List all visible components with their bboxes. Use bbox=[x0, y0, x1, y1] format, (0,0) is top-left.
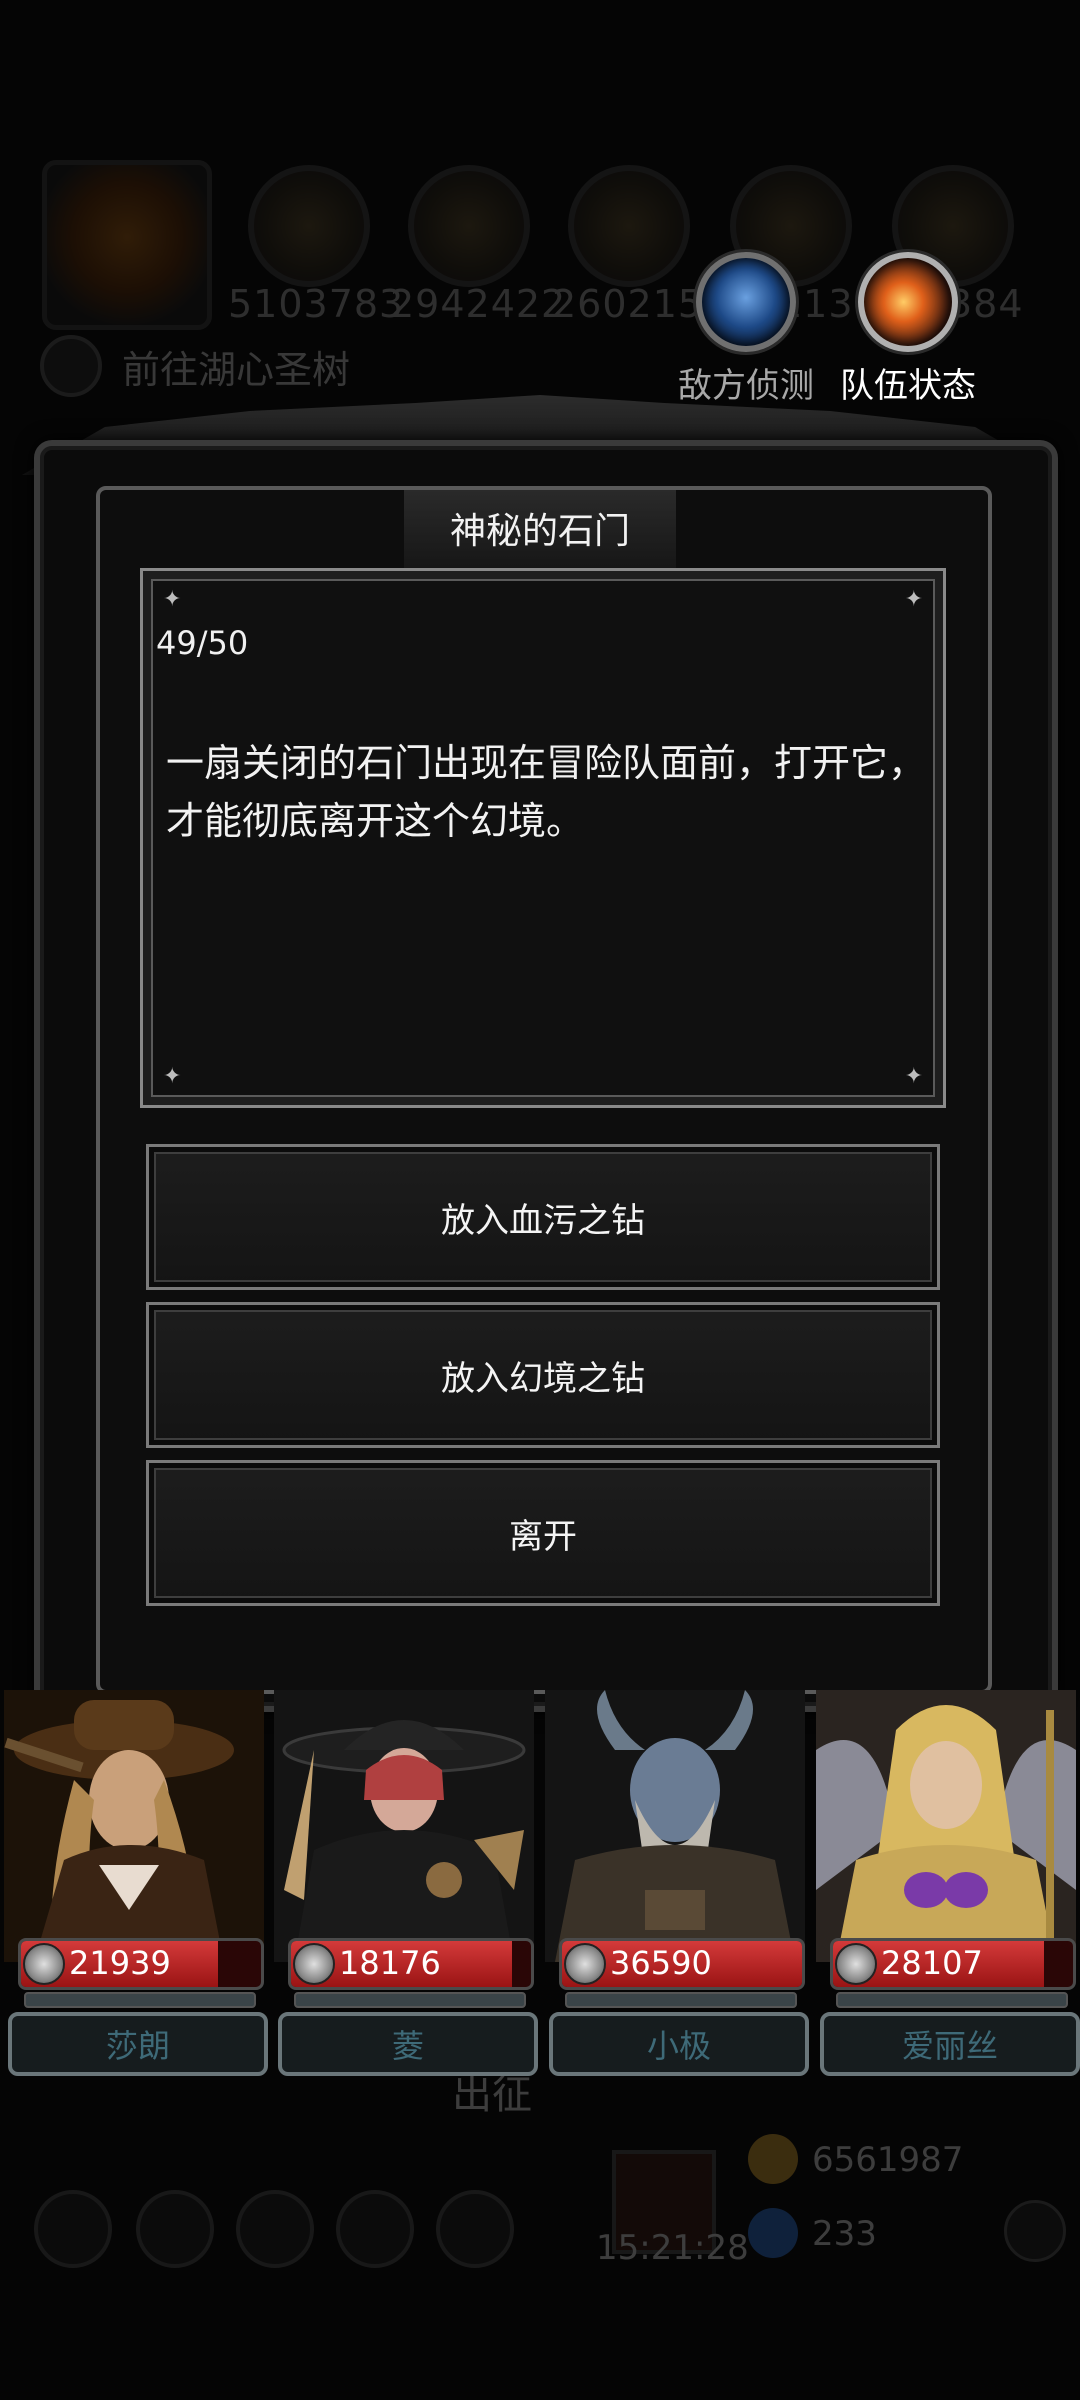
sword-icon bbox=[293, 1943, 335, 1985]
enemy-scout-label: 敌方侦测 bbox=[678, 366, 814, 406]
resource-icon bbox=[408, 165, 530, 287]
sparkle-icon: ✦ bbox=[904, 1064, 923, 1089]
gold-icon bbox=[748, 2134, 798, 2184]
energy-bar bbox=[565, 1992, 797, 2008]
enemy-scout-button[interactable]: 敌方侦测 bbox=[666, 252, 826, 407]
hero-card[interactable]: 21939 莎朗 bbox=[4, 1690, 268, 2076]
menu-icon bbox=[136, 2190, 214, 2268]
hero-portrait-assassin bbox=[274, 1690, 534, 1962]
hp-bar: 36590 bbox=[559, 1938, 805, 1990]
dialog-title: 神秘的石门 bbox=[449, 511, 630, 552]
hp-value: 21939 bbox=[69, 1944, 171, 1982]
event-timer: 15:21:28 bbox=[596, 2228, 749, 2268]
option-illusion-diamond-button[interactable]: 放入幻境之钻 bbox=[146, 1302, 940, 1448]
gold-value: 6561987 bbox=[812, 2140, 964, 2180]
sword-icon bbox=[23, 1943, 65, 1985]
event-progress: 49/50 bbox=[156, 624, 249, 662]
sword-icon bbox=[564, 1943, 606, 1985]
menu-icon bbox=[236, 2190, 314, 2268]
hero-portrait-horned-warrior bbox=[545, 1690, 805, 1962]
option-blood-diamond-button[interactable]: 放入血污之钻 bbox=[146, 1144, 940, 1290]
menu-icon bbox=[436, 2190, 514, 2268]
sparkle-icon: ✦ bbox=[163, 1064, 182, 1089]
energy-bar bbox=[294, 1992, 526, 2008]
hero-name: 小极 bbox=[549, 2012, 809, 2076]
story-text: 一扇关闭的石门出现在冒险队面前，打开它，才能彻底离开这个幻境。 bbox=[166, 741, 927, 843]
radar-icon bbox=[696, 252, 796, 352]
hero-card[interactable]: 36590 小极 bbox=[545, 1690, 809, 2076]
sparkle-icon: ✦ bbox=[163, 587, 182, 612]
hero-name: 爱丽丝 bbox=[820, 2012, 1080, 2076]
sparkle-icon: ✦ bbox=[904, 587, 923, 612]
hero-portrait-priestess bbox=[816, 1690, 1076, 1962]
menu-icon bbox=[34, 2190, 112, 2268]
hp-bar: 28107 bbox=[830, 1938, 1076, 1990]
quest-tracker: 前往湖心圣树 bbox=[40, 335, 350, 397]
hp-value: 18176 bbox=[339, 1944, 441, 1982]
hero-portrait-gunslinger bbox=[4, 1690, 264, 1962]
resource-value: 2942422 bbox=[390, 282, 567, 326]
resource-value: 5103783 bbox=[228, 282, 405, 326]
hp-bar: 21939 bbox=[18, 1938, 264, 1990]
quest-label: 前往湖心圣树 bbox=[122, 347, 351, 392]
quest-icon bbox=[40, 335, 102, 397]
fire-burst-icon bbox=[858, 252, 958, 352]
hero-card[interactable]: 18176 菱 bbox=[274, 1690, 538, 2076]
leave-button[interactable]: 离开 bbox=[146, 1460, 940, 1606]
hp-bar: 18176 bbox=[288, 1938, 534, 1990]
team-status-button[interactable]: 队伍状态 bbox=[828, 252, 988, 407]
energy-bar bbox=[24, 1992, 256, 2008]
gem-icon bbox=[748, 2208, 798, 2258]
hp-value: 36590 bbox=[610, 1944, 712, 1982]
team-status-label: 队伍状态 bbox=[840, 366, 976, 406]
resource-icon bbox=[248, 165, 370, 287]
sword-icon bbox=[835, 1943, 877, 1985]
gem-value: 233 bbox=[812, 2214, 877, 2254]
hero-name: 菱 bbox=[278, 2012, 538, 2076]
hp-value: 28107 bbox=[881, 1944, 983, 1982]
menu-icon bbox=[336, 2190, 414, 2268]
hero-name: 莎朗 bbox=[8, 2012, 268, 2076]
player-avatar bbox=[42, 160, 212, 330]
hero-card[interactable]: 28107 爱丽丝 bbox=[816, 1690, 1080, 2076]
energy-bar bbox=[836, 1992, 1068, 2008]
settings-icon bbox=[1004, 2200, 1066, 2262]
